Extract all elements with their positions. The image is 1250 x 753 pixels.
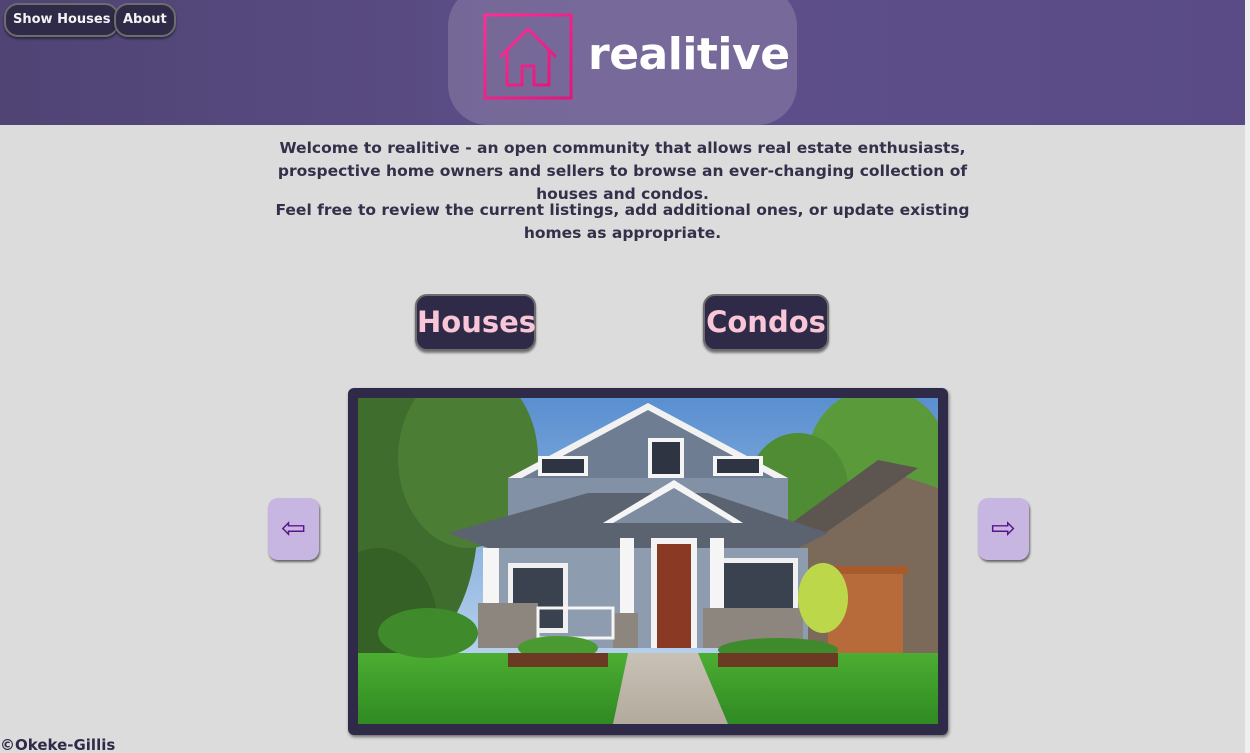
- intro-paragraph: Welcome to realitive - an open community…: [277, 139, 968, 203]
- houses-button[interactable]: Houses: [415, 294, 536, 351]
- craftsman-house-photo: [358, 398, 938, 724]
- copyright-footer: ©Okeke-Gillis: [0, 736, 116, 753]
- show-houses-button[interactable]: Show Houses: [4, 3, 120, 37]
- right-arrow-icon[interactable]: ⇨: [978, 498, 1029, 560]
- site-header: Show Houses About realitive: [0, 0, 1245, 125]
- brand-name[interactable]: realitive: [588, 29, 790, 80]
- left-arrow-icon[interactable]: ⇦: [268, 498, 319, 560]
- condos-button[interactable]: Condos: [703, 294, 829, 351]
- house-outline-icon: [483, 13, 573, 100]
- intro-paragraph-2: Feel free to review the current listings…: [275, 201, 970, 242]
- carousel-frame: [348, 388, 948, 735]
- scrollbar-track[interactable]: [1245, 0, 1250, 753]
- about-button[interactable]: About: [114, 3, 176, 37]
